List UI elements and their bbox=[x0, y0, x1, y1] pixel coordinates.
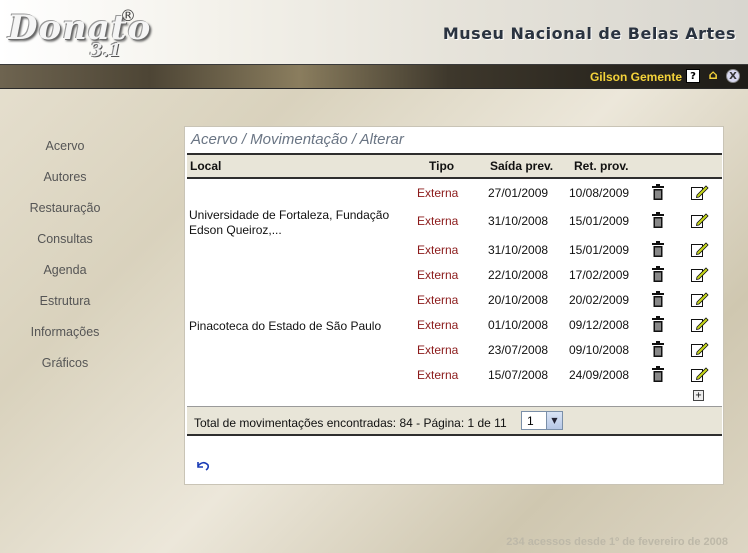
museum-title: Museu Nacional de Belas Artes bbox=[442, 24, 736, 43]
saida-cell: 20/10/2008 bbox=[488, 293, 549, 307]
sidebar-item-graficos[interactable]: Gráficos bbox=[0, 353, 130, 384]
tipo-cell: Externa bbox=[417, 343, 459, 357]
user-name[interactable]: Gilson Gemente bbox=[590, 70, 682, 84]
trash-icon[interactable] bbox=[652, 266, 664, 282]
movement-panel: Acervo / Movimentação / Alterar Local Ti… bbox=[184, 126, 724, 485]
tipo-cell: Externa bbox=[417, 243, 459, 257]
page-select[interactable]: 1 ▼ bbox=[521, 411, 563, 430]
edit-icon[interactable] bbox=[691, 341, 709, 357]
app-header: Donato ® 3.1 Museu Nacional de Belas Art… bbox=[0, 0, 748, 64]
retorno-cell: 17/02/2009 bbox=[569, 268, 630, 282]
saida-cell: 22/10/2008 bbox=[488, 268, 549, 282]
column-header-local: Local bbox=[190, 159, 222, 173]
retorno-cell: 10/08/2009 bbox=[569, 186, 630, 200]
back-icon[interactable] bbox=[195, 460, 211, 472]
edit-icon[interactable] bbox=[691, 241, 709, 257]
sidebar-item-informacoes[interactable]: Informações bbox=[0, 322, 130, 353]
trash-icon[interactable] bbox=[652, 366, 664, 382]
trash-icon[interactable] bbox=[652, 341, 664, 357]
tipo-cell: Externa bbox=[417, 268, 459, 282]
column-header-retorno: Ret. prov. bbox=[574, 159, 629, 173]
edit-icon[interactable] bbox=[691, 212, 709, 228]
trash-icon[interactable] bbox=[652, 291, 664, 307]
edit-icon[interactable] bbox=[691, 366, 709, 382]
sidebar-nav: Acervo Autores Restauração Consultas Age… bbox=[0, 136, 130, 384]
table-footer: Total de movimentações encontradas: 84 -… bbox=[187, 406, 722, 436]
chevron-down-icon[interactable]: ▼ bbox=[546, 412, 562, 429]
saida-cell: 31/10/2008 bbox=[488, 243, 549, 257]
retorno-cell: 24/09/2008 bbox=[569, 368, 630, 382]
table-row: Externa 31/10/2008 15/01/2009 bbox=[187, 238, 722, 263]
saida-cell: 15/07/2008 bbox=[488, 368, 549, 382]
sidebar-item-agenda[interactable]: Agenda bbox=[0, 260, 130, 291]
tipo-cell: Externa bbox=[417, 293, 459, 307]
tipo-cell: Externa bbox=[417, 318, 459, 332]
table-row: Externa 31/10/2008 15/01/2009 bbox=[187, 209, 722, 234]
edit-icon[interactable] bbox=[691, 266, 709, 282]
help-icon[interactable]: ? bbox=[686, 69, 700, 83]
table-row: Externa 15/07/2008 24/09/2008 bbox=[187, 363, 722, 388]
column-header-saida: Saída prev. bbox=[490, 159, 554, 173]
sidebar-item-restauracao[interactable]: Restauração bbox=[0, 198, 130, 229]
column-header-tipo: Tipo bbox=[429, 159, 455, 173]
pagination-summary: Total de movimentações encontradas: 84 -… bbox=[194, 416, 507, 430]
table-row: Externa 22/10/2008 17/02/2009 bbox=[187, 263, 722, 288]
table-row: Externa 20/10/2008 20/02/2009 bbox=[187, 288, 722, 313]
retorno-cell: 15/01/2009 bbox=[569, 243, 630, 257]
trash-icon[interactable] bbox=[652, 316, 664, 332]
app-logo: Donato ® 3.1 bbox=[8, 4, 150, 62]
retorno-cell: 09/10/2008 bbox=[569, 343, 630, 357]
tipo-cell: Externa bbox=[417, 186, 459, 200]
edit-icon[interactable] bbox=[691, 184, 709, 200]
access-counter: 234 acessos desde 1º de fevereiro de 200… bbox=[506, 536, 728, 548]
trash-icon[interactable] bbox=[652, 212, 664, 228]
saida-cell: 27/01/2009 bbox=[488, 186, 549, 200]
sidebar-item-estrutura[interactable]: Estrutura bbox=[0, 291, 130, 322]
logo-version: 3.1 bbox=[90, 40, 122, 61]
table-row: Externa 27/01/2009 10/08/2009 bbox=[187, 181, 722, 206]
edit-icon[interactable] bbox=[691, 291, 709, 307]
sidebar-item-consultas[interactable]: Consultas bbox=[0, 229, 130, 260]
page-select-value: 1 bbox=[527, 414, 534, 428]
logo-registered-mark: ® bbox=[120, 6, 136, 25]
saida-cell: 01/10/2008 bbox=[488, 318, 549, 332]
user-bar: Gilson Gemente ? ⌂ X bbox=[0, 64, 748, 89]
logout-icon[interactable]: X bbox=[726, 69, 740, 83]
tipo-cell: Externa bbox=[417, 214, 459, 228]
edit-icon[interactable] bbox=[691, 316, 709, 332]
add-movement-icon[interactable]: + bbox=[693, 390, 704, 401]
retorno-cell: 20/02/2009 bbox=[569, 293, 630, 307]
trash-icon[interactable] bbox=[652, 184, 664, 200]
saida-cell: 31/10/2008 bbox=[488, 214, 549, 228]
home-icon[interactable]: ⌂ bbox=[706, 69, 720, 83]
sidebar-item-autores[interactable]: Autores bbox=[0, 167, 130, 198]
sidebar-item-acervo[interactable]: Acervo bbox=[0, 136, 130, 167]
table-header: Local Tipo Saída prev. Ret. prov. bbox=[187, 153, 722, 179]
trash-icon[interactable] bbox=[652, 241, 664, 257]
tipo-cell: Externa bbox=[417, 368, 459, 382]
table-row: Externa 01/10/2008 09/12/2008 bbox=[187, 313, 722, 338]
retorno-cell: 09/12/2008 bbox=[569, 318, 630, 332]
retorno-cell: 15/01/2009 bbox=[569, 214, 630, 228]
page-title: Acervo / Movimentação / Alterar bbox=[191, 131, 404, 148]
table-row: Externa 23/07/2008 09/10/2008 bbox=[187, 338, 722, 363]
saida-cell: 23/07/2008 bbox=[488, 343, 549, 357]
